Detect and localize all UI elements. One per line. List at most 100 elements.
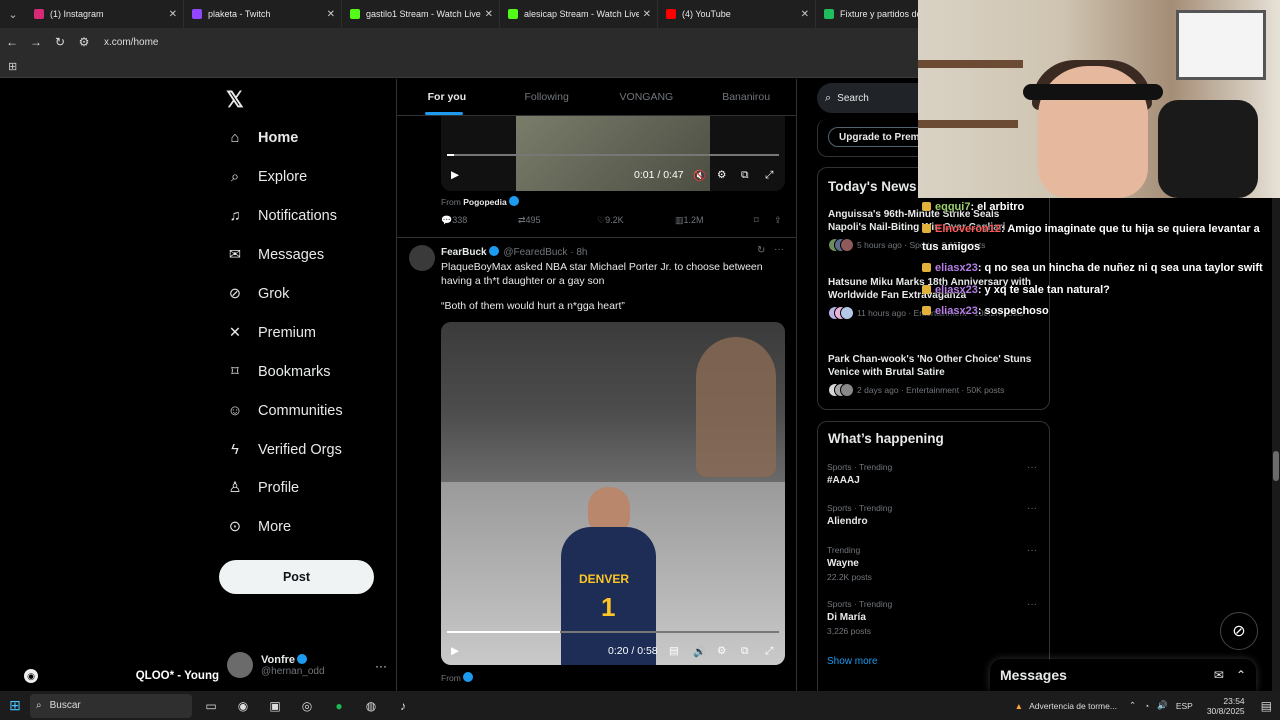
nav-item-more[interactable]: ⊙ More xyxy=(226,513,291,541)
account-name: Vonfre xyxy=(261,653,296,666)
clock[interactable]: 23:54 30/8/2025 xyxy=(1207,696,1245,716)
play-icon[interactable]: ▶ xyxy=(451,645,459,657)
trend-item[interactable]: Sports · Trending Aliendro ··· xyxy=(827,503,1039,527)
author-handle[interactable]: @FearedBuck xyxy=(503,247,567,258)
account-switcher[interactable]: Vonfre @hernan_odd ··· xyxy=(227,647,387,683)
close-tab-icon[interactable]: ✕ xyxy=(801,9,809,20)
apps-grid-icon[interactable]: ⊞ xyxy=(8,60,17,73)
post-button[interactable]: Post xyxy=(219,560,374,594)
weather-alert[interactable]: ▲ Advertencia de torme... xyxy=(1015,701,1117,711)
tab-following[interactable]: Following xyxy=(497,79,597,115)
task-view-icon[interactable]: ▭ xyxy=(198,693,224,719)
nav-item-bookmarks[interactable]: ⌑ Bookmarks xyxy=(226,358,330,386)
share-icon[interactable]: ⇪ xyxy=(774,215,782,226)
trend-item[interactable]: Sports · Trending #AAAJ ··· xyxy=(827,462,1039,486)
tab-menu-chevron-icon[interactable]: ⌄ xyxy=(0,0,26,28)
new-message-icon[interactable]: ✉ xyxy=(1214,668,1224,682)
volume-icon[interactable]: 🔊 xyxy=(1157,700,1168,711)
like-button[interactable]: ♡ 9.2K xyxy=(597,215,624,226)
nav-item-notifications[interactable]: ♫ Notifications xyxy=(226,202,337,230)
trend-name: Di María xyxy=(827,612,866,623)
messages-dock[interactable]: Messages ✉ ⌃ xyxy=(990,659,1256,691)
nav-item-grok[interactable]: ⊘ Grok xyxy=(226,280,290,308)
fullscreen-icon[interactable]: ⤢ xyxy=(765,169,773,182)
post-time[interactable]: · 8h xyxy=(570,247,587,258)
nav-item-home[interactable]: ⌂ Home xyxy=(226,124,299,152)
taskbar-search[interactable]: ⌕ Buscar xyxy=(30,693,192,718)
trend-item[interactable]: Trending Wayne 22.2K posts ··· xyxy=(827,545,1039,582)
browser-tab[interactable]: alesicap Stream - Watch Live o ✕ xyxy=(500,0,658,28)
close-tab-icon[interactable]: ✕ xyxy=(169,9,177,20)
more-dots-icon[interactable]: ··· xyxy=(774,244,784,255)
grok-icon[interactable]: ↻ xyxy=(757,245,765,256)
popout-icon[interactable]: ⧉ xyxy=(741,169,749,182)
tab-for-you[interactable]: For you xyxy=(397,79,497,115)
mute-icon[interactable]: 🔇 xyxy=(693,169,706,182)
video-progress-bar[interactable] xyxy=(447,631,779,633)
site-info-icon[interactable]: ⚙ xyxy=(72,35,96,49)
volume-icon[interactable]: 🔊 xyxy=(693,645,706,658)
nav-item-premium[interactable]: ✕ Premium xyxy=(226,319,316,347)
scrollbar-thumb[interactable] xyxy=(1273,451,1279,481)
post-video[interactable]: DENVER 1 ▶ 0:20 / 0:58 ▤ 🔊 ⚙ ⧉ ⤢ xyxy=(441,322,785,665)
obs-icon[interactable]: ◍ xyxy=(358,693,384,719)
nav-item-profile[interactable]: ♙ Profile xyxy=(226,474,300,502)
popout-icon[interactable]: ⧉ xyxy=(741,645,749,658)
browser-tab[interactable]: (1) Instagram ✕ xyxy=(26,0,184,28)
trend-category: Sports · Trending xyxy=(827,462,893,472)
tab-bananirou[interactable]: Bananirou xyxy=(696,79,796,115)
avatar[interactable] xyxy=(409,245,435,271)
discord-icon[interactable]: ◉ xyxy=(230,693,256,719)
settings-gear-icon[interactable]: ⚙ xyxy=(717,645,726,657)
terminal-icon[interactable]: ▣ xyxy=(262,693,288,719)
nav-item-label: Explore xyxy=(258,169,308,185)
close-tab-icon[interactable]: ✕ xyxy=(327,9,335,20)
language-indicator[interactable]: ESP xyxy=(1176,701,1193,711)
post-video[interactable]: ▶ 0:01 / 0:47 🔇 ⚙ ⧉ ⤢ xyxy=(441,116,785,191)
reload-icon[interactable]: ↻ xyxy=(48,35,72,49)
nav-item-explore[interactable]: ⌕ Explore xyxy=(226,163,307,191)
close-tab-icon[interactable]: ✕ xyxy=(485,9,493,20)
upgrade-premium-button[interactable]: Upgrade to Prem xyxy=(828,127,931,147)
nav-item-messages[interactable]: ✉ Messages xyxy=(226,241,324,269)
play-icon[interactable]: ▶ xyxy=(451,169,459,181)
x-logo-icon[interactable]: 𝕏 xyxy=(226,87,244,113)
close-tab-icon[interactable]: ✕ xyxy=(643,9,651,20)
nav-item-verified-orgs[interactable]: ϟ Verified Orgs xyxy=(226,436,342,464)
url-field[interactable]: x.com/home xyxy=(104,37,158,48)
browser-tab[interactable]: plaketa - Twitch ✕ xyxy=(184,0,342,28)
notifications-icon[interactable]: ▤ xyxy=(1261,699,1272,713)
more-dots-icon[interactable]: ··· xyxy=(1027,462,1037,473)
more-dots-icon[interactable]: ··· xyxy=(375,659,387,673)
more-dots-icon[interactable]: ··· xyxy=(1027,503,1037,514)
from-source[interactable]: Pogopedia xyxy=(463,197,506,207)
author-name[interactable]: FearBuck xyxy=(441,247,487,258)
wifi-icon[interactable]: ◔ xyxy=(1144,701,1149,711)
spotify-icon[interactable]: ● xyxy=(326,693,352,719)
browser-tab[interactable]: gastilo1 Stream - Watch Live o ✕ xyxy=(342,0,500,28)
forward-arrow-icon[interactable]: → xyxy=(24,35,48,49)
browser-tab[interactable]: (4) YouTube ✕ xyxy=(658,0,816,28)
settings-gear-icon[interactable]: ⚙ xyxy=(717,169,726,181)
repost-button[interactable]: ⇄ 495 xyxy=(518,215,541,226)
more-dots-icon[interactable]: ··· xyxy=(1027,599,1037,610)
nav-item-communities[interactable]: ☺ Communities xyxy=(226,397,343,425)
fullscreen-icon[interactable]: ⤢ xyxy=(765,645,773,658)
chrome-icon[interactable]: ◎ xyxy=(294,693,320,719)
more-dots-icon[interactable]: ··· xyxy=(1027,545,1037,556)
tray-chevron-icon[interactable]: ⌃ xyxy=(1129,700,1136,711)
back-arrow-icon[interactable]: ← xyxy=(0,35,24,49)
news-item[interactable]: Park Chan-wook's 'No Other Choice' Stuns… xyxy=(828,353,1040,397)
show-more-link[interactable]: Show more xyxy=(827,656,878,667)
tab-vongang[interactable]: VONGANG xyxy=(597,79,697,115)
trend-item[interactable]: Sports · Trending Di María 3,226 posts ··· xyxy=(827,599,1039,636)
bookmark-icon[interactable]: ⌑ xyxy=(754,215,759,226)
grok-floating-button[interactable]: ⊘ xyxy=(1220,612,1258,650)
expand-chevron-icon[interactable]: ⌃ xyxy=(1236,668,1246,682)
windows-start-icon[interactable]: ⊞ xyxy=(0,697,30,714)
reply-button[interactable]: 💬 338 xyxy=(441,215,467,226)
captions-icon[interactable]: ▤ xyxy=(669,645,679,657)
views-button[interactable]: ▥ 1.2M xyxy=(675,215,704,226)
video-progress-bar[interactable] xyxy=(447,154,779,156)
tiktok-icon[interactable]: ♪ xyxy=(390,693,416,719)
